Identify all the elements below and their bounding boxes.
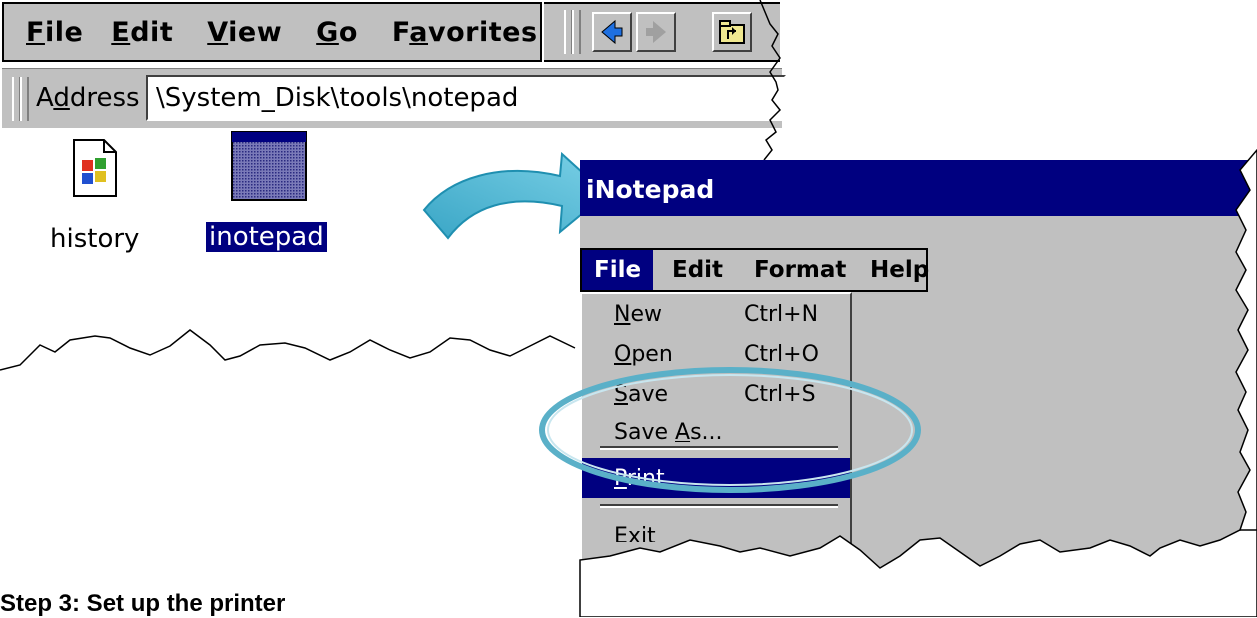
step-caption: Step 3: Set up the printer [0,590,286,617]
highlight-ellipse [539,367,921,493]
torn-edge-notepad [579,148,1257,617]
